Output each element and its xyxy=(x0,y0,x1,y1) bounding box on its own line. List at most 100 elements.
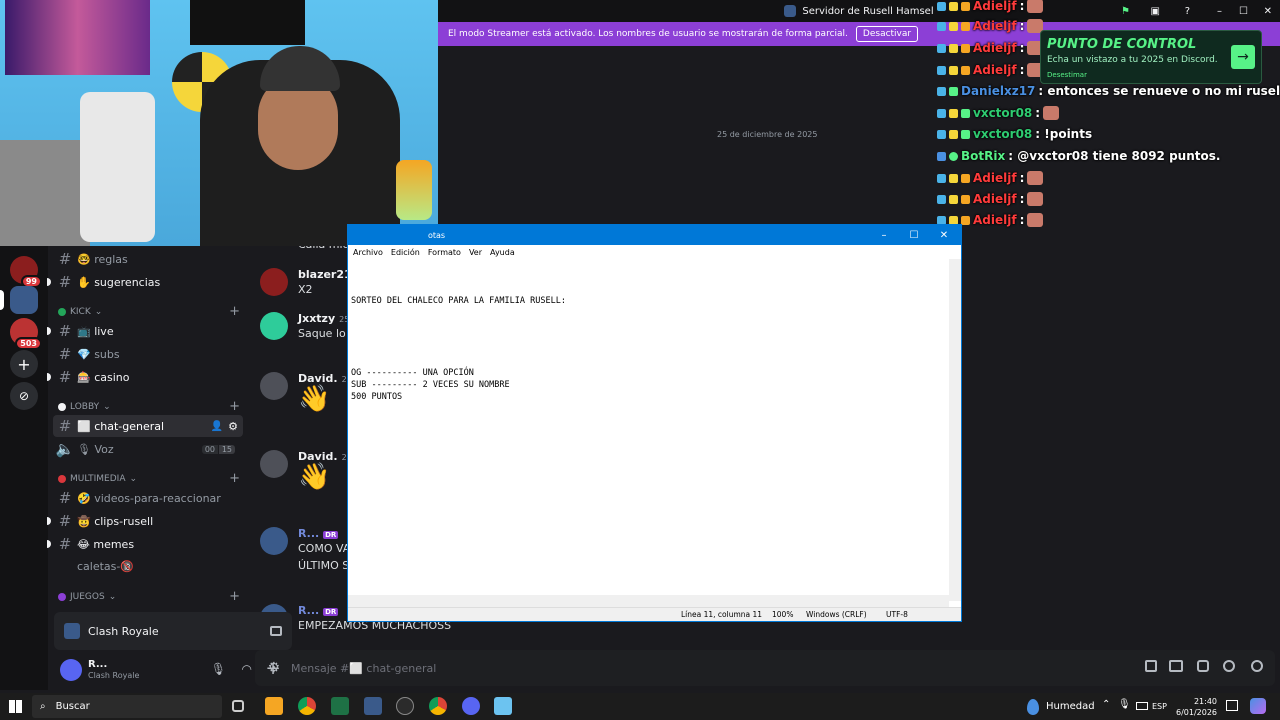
invite-icon[interactable]: 👤 xyxy=(211,421,223,432)
user-name[interactable]: R... xyxy=(88,659,139,670)
voice-count: 00 xyxy=(201,444,218,454)
add-server-icon[interactable]: + xyxy=(10,350,38,378)
sticker-icon[interactable] xyxy=(1197,660,1209,672)
username[interactable]: R... DR xyxy=(298,527,339,540)
close-icon[interactable]: ✕ xyxy=(929,225,959,245)
avatar[interactable] xyxy=(60,659,82,681)
discord-avatar-icon[interactable] xyxy=(260,450,288,478)
language-indicator[interactable]: ESP xyxy=(1152,702,1167,711)
notepad-title-bar[interactable]: otas – ☐ ✕ xyxy=(348,225,961,245)
cursor-position: Línea 11, columna 11 xyxy=(681,610,763,619)
headphones-icon[interactable]: ◠ xyxy=(242,662,252,676)
notepad-text-area[interactable]: SORTEO DEL CHALECO PARA LA FAMILIA RUSEL… xyxy=(351,259,949,601)
discord-icon[interactable] xyxy=(462,697,480,715)
microphone-icon[interactable]: 🎙 xyxy=(211,662,226,676)
chat-line: Adieljf: xyxy=(937,189,1044,209)
menu-ayuda[interactable]: Ayuda xyxy=(490,248,515,257)
encoding: UTF-8 xyxy=(886,610,908,619)
chevron-up-icon[interactable]: ⌃ xyxy=(1102,699,1110,710)
app-icon[interactable] xyxy=(364,697,382,715)
user-panel: R... Clash Royale 🎙 ◠ ⚙ xyxy=(54,652,292,688)
menu-formato[interactable]: Formato xyxy=(428,248,461,257)
server-icon[interactable]: 99 xyxy=(10,256,42,288)
avatar[interactable] xyxy=(260,312,288,340)
channel-caletas[interactable]: caletas-🔞 xyxy=(53,555,243,577)
category-juegos[interactable]: JUEGOS ⌄ xyxy=(58,592,116,602)
menu-edicion[interactable]: Edición xyxy=(391,248,420,257)
zoom-level: 100% xyxy=(772,610,794,619)
discover-icon[interactable]: ⊘ xyxy=(10,382,38,410)
copilot-icon[interactable] xyxy=(1250,698,1266,714)
taskbar-search[interactable]: ⌕ Buscar xyxy=(32,695,222,718)
channel-casino[interactable]: # 🎰 casino xyxy=(47,366,243,388)
notification-icon[interactable] xyxy=(1226,700,1238,711)
add-channel-icon[interactable]: + xyxy=(229,589,240,604)
category-kick[interactable]: KICK ⌄ xyxy=(58,307,102,317)
weather-label[interactable]: Humedad xyxy=(1046,701,1095,712)
server-icon-current[interactable] xyxy=(10,286,38,314)
channel-live[interactable]: # 📺 live xyxy=(47,320,243,342)
composer-placeholder[interactable]: Mensaje #⬜ chat-general xyxy=(291,662,436,675)
windows-start-icon[interactable] xyxy=(9,700,22,713)
arrow-right-icon[interactable]: → xyxy=(1231,45,1255,69)
game-icon xyxy=(64,623,80,639)
channel-videos[interactable]: # 🤣 videos-para-reaccionar xyxy=(53,487,243,509)
minimize-icon[interactable]: – xyxy=(869,225,899,245)
channel-subs[interactable]: # 💎 subs xyxy=(53,343,243,365)
store-icon[interactable] xyxy=(265,697,283,715)
voice-channel-voz[interactable]: 🔈 🎙 Voz 00 15 xyxy=(53,438,243,460)
task-view-icon[interactable] xyxy=(232,700,244,712)
dismiss-link[interactable]: Desestimar xyxy=(1047,71,1087,79)
apps-icon[interactable] xyxy=(1251,660,1263,672)
gif-icon[interactable] xyxy=(1169,660,1183,672)
hash-icon: # xyxy=(58,322,72,340)
add-channel-icon[interactable]: + xyxy=(229,399,240,414)
hash-icon: # xyxy=(58,535,72,553)
emoji-icon[interactable] xyxy=(1223,660,1235,672)
avatar[interactable] xyxy=(260,527,288,555)
search-icon: ⌕ xyxy=(40,701,46,712)
chrome-icon[interactable] xyxy=(298,697,316,715)
emote-icon xyxy=(1027,171,1044,185)
channel-reglas[interactable]: # 🤓 reglas xyxy=(53,248,243,270)
wave-emoji: 👋 xyxy=(298,384,331,414)
add-channel-icon[interactable]: + xyxy=(229,304,240,319)
vertical-scrollbar[interactable] xyxy=(949,259,961,601)
notepad-icon[interactable] xyxy=(494,697,512,715)
notepad-window: otas – ☐ ✕ Archivo Edición Formato Ver A… xyxy=(347,224,962,622)
emote-icon xyxy=(1027,0,1044,13)
recap-promo-card[interactable]: PUNTO DE CONTROL Echa un vistazo a tu 20… xyxy=(1040,30,1262,84)
discord-avatar-icon[interactable] xyxy=(260,372,288,400)
gift-icon[interactable] xyxy=(1145,660,1157,672)
tv-screen xyxy=(190,0,305,45)
message-composer[interactable]: + Mensaje #⬜ chat-general xyxy=(255,650,1275,686)
horizontal-scrollbar[interactable] xyxy=(348,595,949,607)
username[interactable]: R... DR xyxy=(298,604,339,617)
category-lobby[interactable]: LOBBY ⌄ xyxy=(58,402,111,412)
server-icon[interactable]: 503 xyxy=(10,318,42,350)
app-icon[interactable] xyxy=(331,697,349,715)
menu-ver[interactable]: Ver xyxy=(469,248,482,257)
chrome-icon[interactable] xyxy=(429,697,447,715)
emote-icon xyxy=(1043,106,1060,120)
channel-sugerencias[interactable]: # ✋ sugerencias xyxy=(47,271,243,293)
category-multimedia[interactable]: MULTIMEDIA ⌄ xyxy=(58,474,137,484)
channel-chat-general[interactable]: # ⬜ chat-general 👤 ⚙ xyxy=(53,415,243,437)
maximize-icon[interactable]: ☐ xyxy=(899,225,929,245)
avatar[interactable] xyxy=(260,268,288,296)
activity-panel[interactable]: Clash Royale xyxy=(54,612,292,650)
screen-share-icon[interactable] xyxy=(270,626,282,636)
clock[interactable]: 21:40 6/01/2026 xyxy=(1176,696,1217,718)
add-channel-icon[interactable]: + xyxy=(229,471,240,486)
gear-icon[interactable]: ⚙ xyxy=(228,420,238,433)
channel-memes[interactable]: # 😂 memes xyxy=(47,533,243,555)
gaming-chair xyxy=(80,92,155,242)
battery-icon[interactable] xyxy=(1136,702,1148,710)
deactivate-button[interactable]: Desactivar xyxy=(855,26,919,42)
gear-icon[interactable]: ⚙ xyxy=(267,660,280,676)
app-icon[interactable] xyxy=(396,697,414,715)
menu-archivo[interactable]: Archivo xyxy=(353,248,383,257)
microphone-icon[interactable]: 🎙 xyxy=(1118,699,1131,710)
channel-clips[interactable]: # 🤠 clips-rusell xyxy=(47,510,243,532)
username[interactable]: blazer21 xyxy=(298,268,352,281)
